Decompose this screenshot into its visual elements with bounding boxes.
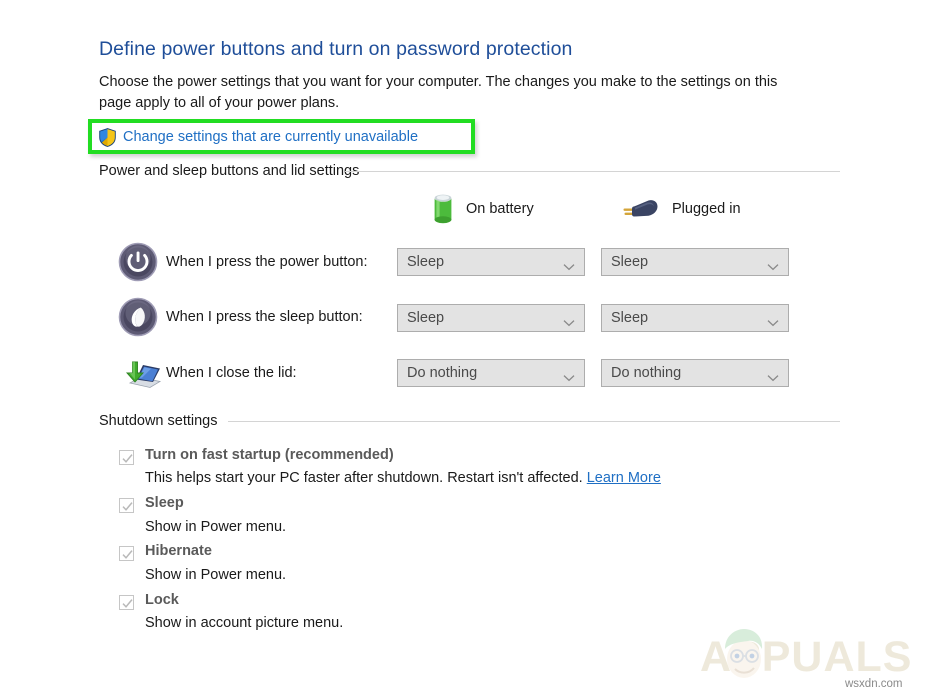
checkbox-row-sleep[interactable]: Sleep: [119, 495, 184, 513]
checkbox-sleep-label: Sleep: [145, 495, 184, 511]
dropdown-power-button-on-battery[interactable]: Sleep: [397, 248, 585, 276]
chevron-down-icon: [563, 369, 575, 382]
chevron-down-icon: [563, 258, 575, 271]
checkbox-lock[interactable]: [119, 595, 134, 610]
change-settings-link-label: Change settings that are currently unava…: [123, 129, 419, 145]
site-watermark: wsxdn.com: [845, 678, 903, 690]
dropdown-power-button-on-battery-value: Sleep: [407, 254, 445, 270]
chevron-down-icon: [767, 258, 779, 271]
setting-row-close-lid-label: When I close the lid:: [166, 365, 297, 381]
checkbox-lock-description: Show in account picture menu.: [145, 615, 344, 631]
setting-row-power-button-label: When I press the power button:: [166, 254, 368, 270]
checkbox-row-fast-startup[interactable]: Turn on fast startup (recommended): [119, 447, 394, 465]
laptop-lid-icon: [118, 353, 162, 393]
checkbox-row-hibernate[interactable]: Hibernate: [119, 543, 212, 561]
setting-row-power-button: When I press the power button:: [118, 240, 368, 284]
chevron-down-icon: [563, 314, 575, 327]
dropdown-power-button-plugged-in[interactable]: Sleep: [601, 248, 789, 276]
checkbox-sleep[interactable]: [119, 498, 134, 513]
power-button-icon: [118, 242, 158, 282]
sleep-button-icon: [118, 297, 158, 337]
dropdown-close-lid-on-battery[interactable]: Do nothing: [397, 359, 585, 387]
setting-row-sleep-button: When I press the sleep button:: [118, 295, 363, 339]
checkbox-hibernate-description: Show in Power menu.: [145, 567, 287, 583]
setting-row-close-lid: When I close the lid:: [118, 351, 297, 395]
checkbox-lock-label: Lock: [145, 592, 179, 608]
checkbox-fast-startup[interactable]: [119, 450, 134, 465]
page-title: Define power buttons and turn on passwor…: [99, 38, 573, 60]
checkbox-hibernate[interactable]: [119, 546, 134, 561]
dropdown-sleep-button-plugged-in[interactable]: Sleep: [601, 304, 789, 332]
dropdown-power-button-plugged-in-value: Sleep: [611, 254, 649, 270]
power-options-page: Define power buttons and turn on passwor…: [0, 0, 941, 698]
setting-row-sleep-button-label: When I press the sleep button:: [166, 309, 363, 325]
checkbox-row-lock[interactable]: Lock: [119, 592, 179, 610]
dropdown-close-lid-plugged-in[interactable]: Do nothing: [601, 359, 789, 387]
column-header-on-battery: On battery: [432, 192, 534, 226]
checkbox-hibernate-label: Hibernate: [145, 543, 212, 559]
checkbox-fast-startup-label: Turn on fast startup (recommended): [145, 447, 394, 463]
checkbox-fast-startup-description: This helps start your PC faster after sh…: [145, 470, 661, 486]
chevron-down-icon: [767, 369, 779, 382]
appuals-mascot-icon: [718, 625, 770, 688]
group-divider-shutdown-settings: [228, 421, 840, 422]
change-settings-link[interactable]: Change settings that are currently unava…: [99, 126, 418, 148]
checkbox-fast-startup-description-text: This helps start your PC faster after sh…: [145, 470, 583, 486]
learn-more-link[interactable]: Learn More: [587, 470, 661, 486]
power-plug-icon: [622, 196, 660, 222]
chevron-down-icon: [767, 314, 779, 327]
column-header-plugged-in-label: Plugged in: [672, 201, 741, 217]
checkbox-sleep-description: Show in Power menu.: [145, 519, 287, 535]
dropdown-sleep-button-plugged-in-value: Sleep: [611, 310, 649, 326]
dropdown-sleep-button-on-battery[interactable]: Sleep: [397, 304, 585, 332]
dropdown-close-lid-plugged-in-value: Do nothing: [611, 365, 682, 381]
dropdown-close-lid-on-battery-value: Do nothing: [407, 365, 478, 381]
group-header-shutdown-settings: Shutdown settings: [99, 413, 218, 429]
battery-icon: [432, 193, 454, 225]
column-header-on-battery-label: On battery: [466, 201, 534, 217]
group-divider-power-buttons: [345, 171, 840, 172]
dropdown-sleep-button-on-battery-value: Sleep: [407, 310, 445, 326]
shield-icon: [99, 127, 116, 147]
column-header-plugged-in: Plugged in: [622, 192, 741, 226]
group-header-power-buttons: Power and sleep buttons and lid settings: [99, 163, 360, 179]
intro-paragraph: Choose the power settings that you want …: [99, 74, 778, 111]
